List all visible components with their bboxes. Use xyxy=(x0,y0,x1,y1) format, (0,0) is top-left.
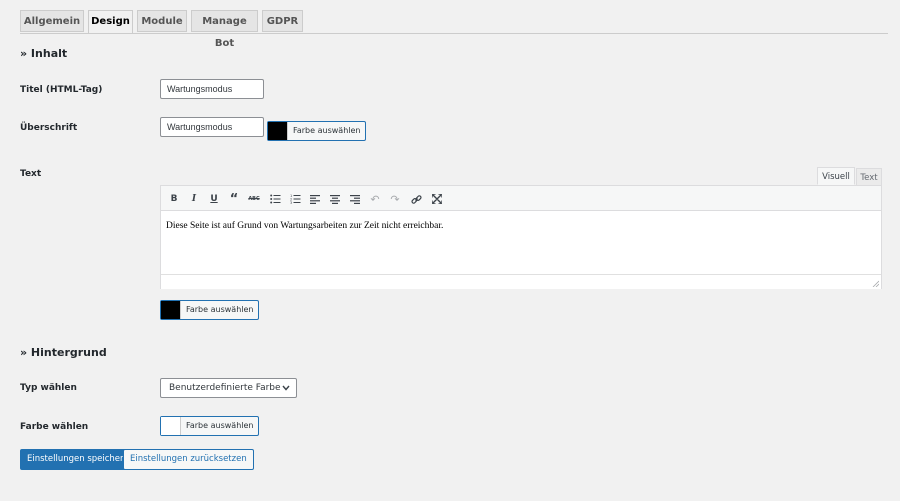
strikethrough-icon[interactable]: ABC xyxy=(246,191,262,207)
farbe-label: Farbe wählen xyxy=(20,422,89,432)
background-color-picker-button[interactable]: Farbe auswählen xyxy=(160,416,260,436)
link-icon[interactable] xyxy=(408,191,424,207)
section-title-hintergrund: » Hintergrund xyxy=(20,346,107,359)
align-right-icon[interactable] xyxy=(347,191,363,207)
editor-statusbar xyxy=(161,274,881,289)
tab-module[interactable]: Module xyxy=(137,10,187,32)
editor-text: Diese Seite ist auf Grund von Wartungsar… xyxy=(166,221,444,231)
resize-handle-icon[interactable] xyxy=(872,280,879,287)
editor-tab-text[interactable]: Text xyxy=(856,168,882,186)
text-label: Text xyxy=(20,169,42,179)
tab-divider xyxy=(20,33,888,34)
titel-label: Titel (HTML-Tag) xyxy=(20,85,103,95)
typ-select[interactable]: Benutzerdefinierte Farbe xyxy=(160,378,297,398)
redo-icon[interactable]: ↷ xyxy=(387,191,403,207)
undo-icon[interactable]: ↶ xyxy=(367,191,383,207)
ueberschrift-input[interactable] xyxy=(160,117,264,137)
text-color-picker-button[interactable]: Farbe auswählen xyxy=(160,300,260,320)
reset-settings-button[interactable]: Einstellungen zurücksetzen xyxy=(123,449,254,470)
editor-toolbar: B I U “ ABC 123 ↶ ↷ xyxy=(160,185,882,211)
tab-gdpr[interactable]: GDPR xyxy=(262,10,303,32)
section-title-inhalt: » Inhalt xyxy=(20,47,68,60)
color-picker-label: Farbe auswählen xyxy=(186,305,254,314)
numbered-list-icon[interactable]: 123 xyxy=(287,191,303,207)
underline-icon[interactable]: U xyxy=(206,191,222,207)
typ-label: Typ wählen xyxy=(20,383,77,393)
tab-manage-bot[interactable]: Manage Bot xyxy=(191,10,258,49)
align-center-icon[interactable] xyxy=(327,191,343,207)
color-picker-label: Farbe auswählen xyxy=(293,126,361,135)
bullet-list-icon[interactable] xyxy=(267,191,283,207)
bold-icon[interactable]: B xyxy=(166,191,182,207)
color-swatch xyxy=(161,417,181,435)
color-swatch xyxy=(161,301,181,319)
color-picker-label: Farbe auswählen xyxy=(186,421,254,430)
ueberschrift-label: Überschrift xyxy=(20,123,78,133)
fullscreen-icon[interactable] xyxy=(429,191,445,207)
heading-color-picker-button[interactable]: Farbe auswählen xyxy=(267,121,367,141)
align-left-icon[interactable] xyxy=(307,191,323,207)
tab-allgemein[interactable]: Allgemein xyxy=(20,10,84,32)
typ-select-value: Benutzerdefinierte Farbe xyxy=(169,383,281,393)
titel-input[interactable] xyxy=(160,79,264,99)
save-settings-button[interactable]: Einstellungen speichern xyxy=(20,449,136,470)
blockquote-icon[interactable]: “ xyxy=(226,191,242,207)
svg-text:3: 3 xyxy=(290,201,292,204)
tab-design[interactable]: Design xyxy=(88,10,133,34)
color-swatch xyxy=(268,122,288,140)
chevron-down-icon xyxy=(282,385,290,391)
editor-tab-visual[interactable]: Visuell xyxy=(817,167,855,185)
italic-icon[interactable]: I xyxy=(186,191,202,207)
